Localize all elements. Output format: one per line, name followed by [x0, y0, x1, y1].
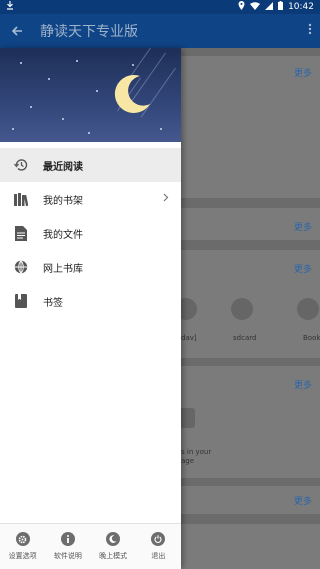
crescent-moon-icon — [114, 74, 150, 113]
exit-label: 退出 — [151, 552, 166, 560]
star — [48, 78, 50, 80]
back-arrow-icon[interactable] — [0, 22, 34, 41]
star — [132, 64, 134, 66]
more-link[interactable]: 更多 — [294, 220, 312, 233]
bookmark-icon — [13, 293, 29, 309]
folder-label: Book — [303, 334, 320, 342]
star — [96, 90, 98, 92]
drawer-item-recent[interactable]: 最近阅读 — [0, 148, 181, 182]
content-card: 更多 — [181, 56, 320, 198]
star — [88, 132, 90, 134]
drawer-item-bookshelf[interactable]: 我的书架 — [0, 182, 181, 216]
star — [76, 60, 78, 62]
more-link[interactable]: 更多 — [294, 66, 312, 79]
folders-card: 更多 dav] sdcard Book — [175, 250, 320, 358]
overflow-menu-icon[interactable] — [300, 23, 320, 39]
drawer-menu: 最近阅读 我的书架 我的文件 网上书库 书签 — [0, 142, 181, 318]
status-bar: 10:42 — [0, 0, 320, 14]
folder-icon[interactable] — [297, 298, 319, 320]
star — [30, 106, 32, 108]
night-mode-label: 晚上模式 — [99, 552, 128, 560]
bookshelf-icon — [13, 191, 29, 207]
folder-label: sdcard — [233, 334, 257, 342]
star — [160, 128, 162, 130]
drawer-header-night-sky — [0, 48, 181, 142]
more-link[interactable]: 更多 — [294, 378, 312, 391]
exit-button[interactable]: 退出 — [136, 524, 181, 569]
content-card: 更多 — [181, 486, 320, 514]
power-icon — [151, 532, 166, 546]
about-button[interactable]: 软件说明 — [45, 524, 90, 569]
history-icon — [13, 157, 29, 173]
settings-label: 设置选项 — [8, 552, 37, 560]
drawer-item-label: 我的书架 — [43, 195, 83, 207]
navigation-drawer: 最近阅读 我的书架 我的文件 网上书库 书签 设置选项 软件说明 晚上模式 退出 — [0, 48, 181, 569]
drawer-item-label: 最近阅读 — [43, 161, 83, 173]
storage-hint: age — [181, 457, 195, 465]
drawer-footer: 设置选项 软件说明 晚上模式 退出 — [0, 523, 181, 569]
info-icon — [60, 532, 75, 546]
download-icon — [6, 1, 14, 13]
file-icon — [13, 225, 29, 241]
battery-icon — [278, 1, 284, 13]
storage-hint: s in your — [181, 448, 212, 456]
storage-card: 更多 s in your age — [175, 366, 320, 478]
wifi-icon — [250, 1, 261, 13]
content-card — [181, 524, 320, 569]
app-bar: 静读天下专业版 — [0, 14, 320, 48]
globe-icon — [13, 259, 29, 275]
drawer-item-label: 我的文件 — [43, 229, 83, 241]
gear-icon — [15, 532, 30, 546]
content-card: 更多 — [181, 208, 320, 240]
drawer-item-online-library[interactable]: 网上书库 — [0, 250, 181, 284]
moon-icon — [106, 532, 121, 546]
settings-button[interactable]: 设置选项 — [0, 524, 45, 569]
star — [12, 128, 14, 130]
clock: 10:42 — [288, 2, 314, 12]
drawer-item-label: 网上书库 — [43, 263, 83, 275]
drawer-item-label: 书签 — [43, 297, 63, 309]
night-mode-button[interactable]: 晚上模式 — [91, 524, 136, 569]
drawer-item-files[interactable]: 我的文件 — [0, 216, 181, 250]
chevron-right-icon — [163, 193, 169, 205]
more-link[interactable]: 更多 — [294, 494, 312, 507]
signal-icon — [265, 1, 274, 13]
location-icon — [238, 1, 245, 13]
folder-label: dav] — [181, 334, 197, 342]
drawer-item-bookmarks[interactable]: 书签 — [0, 284, 181, 318]
app-title: 静读天下专业版 — [40, 24, 138, 40]
more-link[interactable]: 更多 — [294, 262, 312, 275]
star — [62, 118, 64, 120]
about-label: 软件说明 — [53, 552, 82, 560]
folder-icon[interactable] — [231, 298, 253, 320]
star — [20, 62, 22, 64]
